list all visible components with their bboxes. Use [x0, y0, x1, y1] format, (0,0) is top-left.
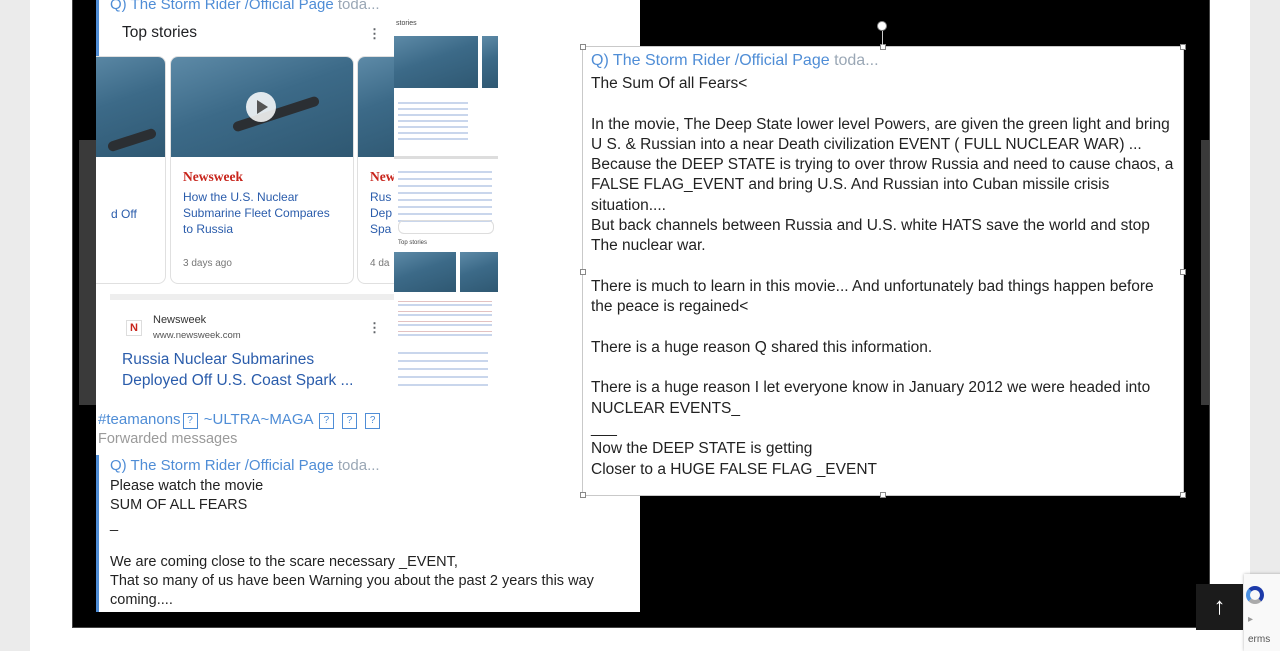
forwarded-label: Forwarded messages	[98, 431, 238, 447]
mini-image	[394, 36, 478, 88]
mini-image	[394, 252, 456, 292]
message-time: toda...	[834, 52, 879, 69]
mini-image	[482, 36, 498, 88]
unknown-glyph-icon: ?	[318, 413, 334, 429]
story-headline: How the U.S. Nuclear Submarine Fleet Com…	[183, 190, 330, 236]
unknown-glyph-icon: ?	[182, 413, 198, 429]
mini-text-block	[398, 346, 488, 390]
message-header: Q) The Storm Rider /Official Page toda..…	[110, 457, 380, 474]
newsweek-favicon: N	[126, 320, 142, 336]
resize-handle-e[interactable]	[1180, 269, 1186, 275]
story-image	[96, 57, 165, 157]
story-card-main[interactable]: Newsweek How the U.S. Nuclear Submarine …	[170, 56, 354, 284]
overlay-message-header: Q) The Storm Rider /Official Page toda..…	[591, 52, 879, 70]
recaptcha-terms-link[interactable]: erms	[1248, 634, 1270, 645]
top-stories-title: Top stories	[122, 24, 197, 41]
chevron-right-icon: ▸	[1248, 614, 1254, 625]
resize-handle-nw[interactable]	[580, 44, 586, 50]
story-age: 4 da	[370, 258, 390, 269]
recaptcha-logo-icon	[1246, 586, 1264, 604]
unknown-glyph-icon: ?	[365, 413, 381, 429]
mini-text-block	[398, 296, 492, 336]
mini-text-block	[398, 166, 492, 226]
resize-handle-n[interactable]	[880, 44, 886, 50]
screenshot-panel: Q) The Storm Rider /Official Page toda..…	[96, 0, 640, 612]
recaptcha-badge[interactable]: ▸ erms	[1244, 574, 1280, 651]
author-name[interactable]: Q) The Storm Rider /Official Page	[110, 457, 334, 474]
author-name[interactable]: Q) The Storm Rider /Official Page	[591, 52, 830, 69]
results-divider	[110, 294, 410, 300]
mini-divider	[394, 156, 498, 159]
result-domain: www.newsweek.com	[153, 330, 241, 341]
tag-text: ~ULTRA~MAGA	[203, 411, 313, 428]
newsweek-logo: New	[370, 169, 396, 184]
story-headline-fragment: Rus Dep Spa	[370, 190, 393, 236]
submarine-shape	[231, 95, 321, 133]
message-time: toda...	[337, 457, 380, 474]
forwarded-bar	[96, 455, 99, 612]
resize-handle-ne[interactable]	[1180, 44, 1186, 50]
right-edge-strip	[1201, 140, 1209, 405]
resize-handle-sw[interactable]	[580, 492, 586, 498]
play-icon[interactable]	[246, 92, 276, 122]
newsweek-logo: Newsweek	[183, 169, 243, 184]
more-options-icon[interactable]: ⋮	[368, 320, 381, 336]
mini-stories-label: stories	[396, 20, 417, 27]
resize-handle-se[interactable]	[1180, 492, 1186, 498]
mini-screenshots: stories Top stories	[394, 16, 498, 396]
overlay-message-body: The Sum Of all Fears< In the movie, The …	[591, 75, 1174, 478]
hashtag-link[interactable]: #teamanons	[98, 411, 181, 428]
resize-handle-w[interactable]	[580, 269, 586, 275]
mini-text-block	[398, 98, 468, 144]
result-headline-link[interactable]: Russia Nuclear Submarines Deployed Off U…	[122, 349, 362, 391]
left-edge-strip	[79, 140, 97, 405]
mini-search-bar	[398, 220, 494, 234]
search-results-embed: Top stories ⋮ d Off Newsweek How the U.S…	[96, 0, 419, 400]
rotate-handle-stem	[882, 31, 883, 45]
story-card-left[interactable]: d Off	[96, 56, 166, 284]
mini-top-stories-label: Top stories	[398, 240, 428, 246]
submarine-shape	[106, 127, 158, 153]
mini-image	[460, 252, 498, 292]
more-options-icon[interactable]: ⋮	[368, 26, 381, 42]
story-age: 3 days ago	[183, 258, 232, 269]
message-overlay-box: Q) The Storm Rider /Official Page toda..…	[580, 21, 1186, 498]
tag-line: #teamanons? ~ULTRA~MAGA ? ? ?	[98, 411, 382, 429]
rotate-handle-icon[interactable]	[877, 21, 887, 31]
story-headline-fragment: d Off	[111, 207, 137, 221]
resize-handle-s[interactable]	[880, 492, 886, 498]
arrow-up-icon: ↑	[1213, 593, 1226, 620]
message-body: Please watch the movie SUM OF ALL FEARS …	[110, 478, 594, 608]
story-image	[171, 57, 353, 157]
scroll-to-top-button[interactable]: ↑	[1196, 584, 1243, 630]
unknown-glyph-icon: ?	[342, 413, 358, 429]
result-source: Newsweek	[153, 314, 207, 326]
